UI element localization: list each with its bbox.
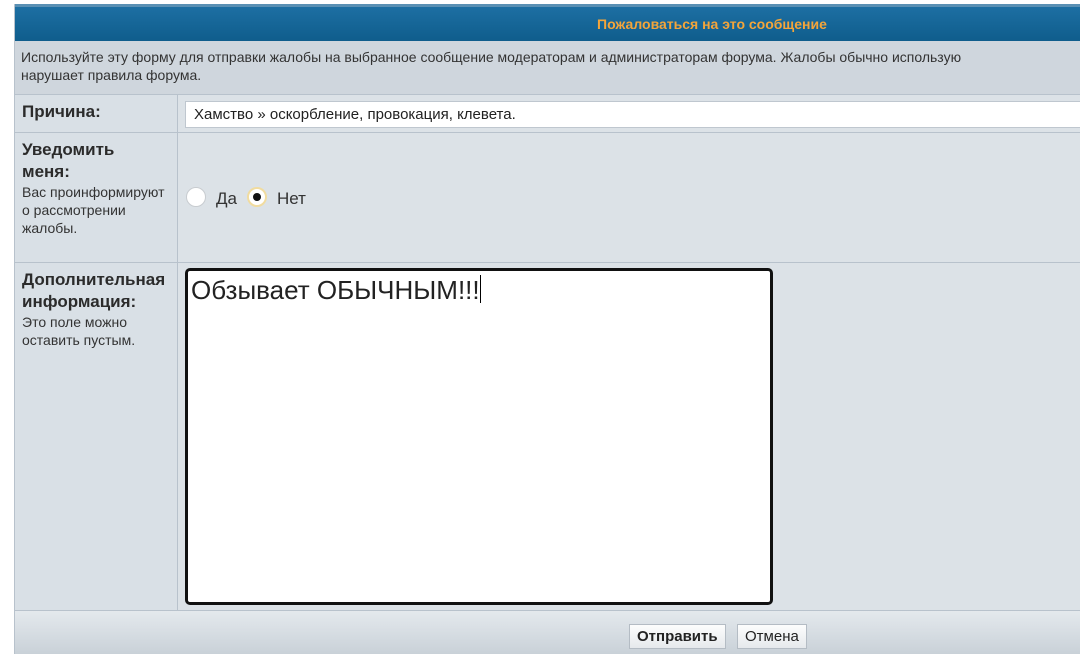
submit-button[interactable]: Отправить	[629, 624, 726, 649]
form-title: Пожаловаться на это сообщение	[597, 16, 827, 32]
extra-info-textarea[interactable]: Обзывает ОБЫЧНЫМ!!!	[185, 268, 773, 605]
form-footer: Отправить Отмена	[15, 610, 1080, 654]
extra-value-cell: Обзывает ОБЫЧНЫМ!!!	[178, 263, 1080, 610]
text-caret	[479, 275, 481, 303]
intro-line-1: Используйте эту форму для отправки жалоб…	[21, 49, 962, 65]
notify-no-radio[interactable]	[246, 187, 267, 207]
reason-label: Причина:	[22, 102, 101, 121]
notify-yes-label[interactable]: Да	[216, 189, 237, 209]
extra-label-line-2: информация:	[22, 292, 137, 311]
extra-label-cell: Дополнительная информация: Это поле можн…	[15, 263, 178, 610]
intro-line-2: нарушает правила форума.	[21, 67, 202, 83]
extra-info-text: Обзывает ОБЫЧНЫМ!!!	[191, 275, 480, 305]
notify-yes-radio[interactable]	[186, 187, 206, 207]
notify-label-cell: Уведомить меня: Вас проинформируют о рас…	[15, 133, 178, 262]
reason-value-cell: Хамство » оскорбление, провокация, клеве…	[178, 95, 1080, 132]
extra-label-line-1: Дополнительная	[22, 270, 166, 289]
notify-radio-group: Да Нет	[186, 185, 316, 209]
extra-info-row: Дополнительная информация: Это поле можн…	[15, 263, 1080, 610]
cancel-button[interactable]: Отмена	[737, 624, 807, 649]
form-header: Пожаловаться на это сообщение	[15, 4, 1080, 41]
notify-label-line-2: меня:	[22, 162, 70, 181]
reason-row: Причина: Хамство » оскорбление, провокац…	[15, 95, 1080, 133]
intro-text: Используйте эту форму для отправки жалоб…	[15, 41, 1080, 95]
extra-description: Это поле можно оставить пустым.	[22, 314, 136, 348]
notify-description: Вас проинформируют о рассмотрении жалобы…	[22, 184, 165, 236]
notify-label-line-1: Уведомить	[22, 140, 115, 159]
reason-label-cell: Причина:	[15, 95, 178, 132]
notify-value-cell: Да Нет	[178, 133, 1080, 262]
notify-row: Уведомить меня: Вас проинформируют о рас…	[15, 133, 1080, 263]
notify-no-label[interactable]: Нет	[277, 189, 306, 209]
report-form: Пожаловаться на это сообщение Используйт…	[14, 4, 1080, 654]
reason-select[interactable]: Хамство » оскорбление, провокация, клеве…	[185, 101, 1080, 128]
